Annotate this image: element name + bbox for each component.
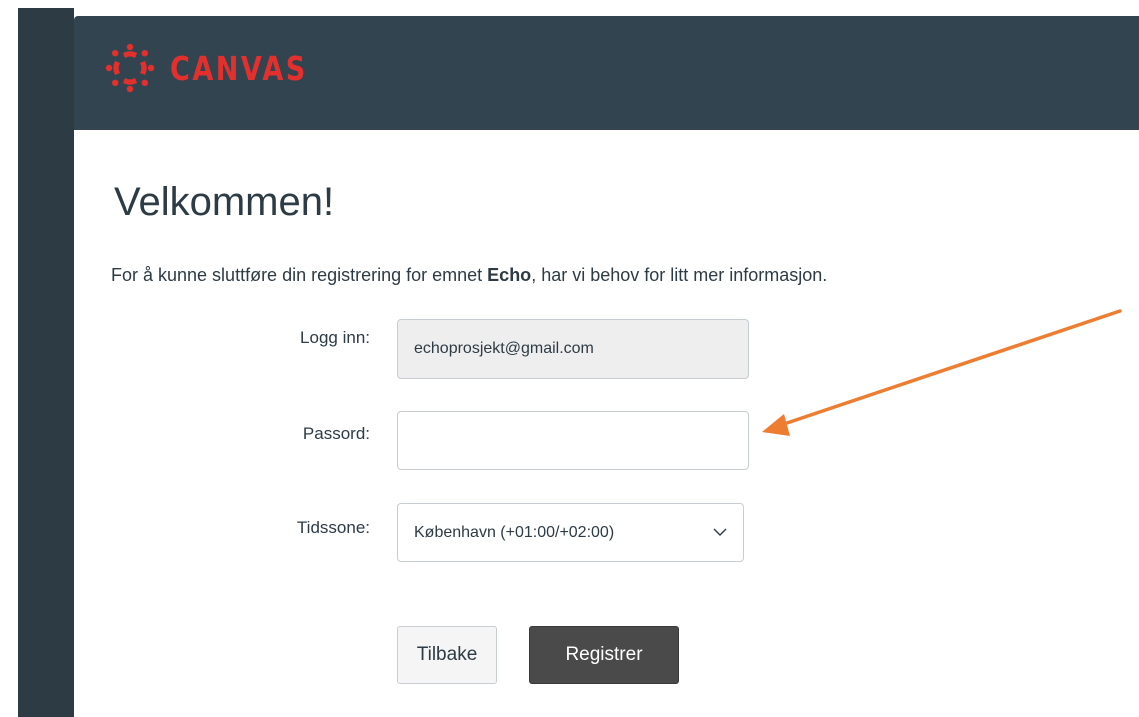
main-content: Velkommen! For å kunne sluttføre din reg… bbox=[74, 130, 1139, 717]
timezone-label: Tidssone: bbox=[296, 518, 370, 537]
registration-page: CANVAS Velkommen! For å kunne sluttføre … bbox=[0, 0, 1139, 717]
back-button[interactable]: Tilbake bbox=[397, 626, 497, 684]
top-margin bbox=[0, 0, 1139, 8]
canvas-logo-text: CANVAS bbox=[170, 48, 308, 88]
chevron-down-icon bbox=[713, 528, 727, 536]
timezone-select[interactable]: København (+01:00/+02:00) bbox=[397, 503, 744, 562]
password-label: Passord: bbox=[302, 424, 370, 443]
timezone-selected-value: København (+01:00/+02:00) bbox=[414, 523, 615, 541]
canvas-header: CANVAS bbox=[74, 16, 1139, 130]
page-title: Velkommen! bbox=[114, 180, 335, 224]
intro-text-end: , har vi behov for litt mer informasjon. bbox=[531, 265, 828, 285]
password-input[interactable] bbox=[397, 411, 749, 470]
canvas-logo[interactable]: CANVAS bbox=[104, 42, 338, 94]
course-name: Echo bbox=[487, 265, 532, 285]
left-margin bbox=[0, 0, 18, 717]
login-label: Logg inn: bbox=[300, 328, 370, 347]
login-value-field: echoprosjekt@gmail.com bbox=[397, 319, 749, 379]
intro-text: For å kunne sluttføre din registrering f… bbox=[111, 265, 827, 286]
canvas-logo-icon bbox=[105, 43, 155, 93]
intro-text-start: For å kunne sluttføre din registrering f… bbox=[111, 265, 488, 285]
register-button[interactable]: Registrer bbox=[529, 626, 679, 684]
